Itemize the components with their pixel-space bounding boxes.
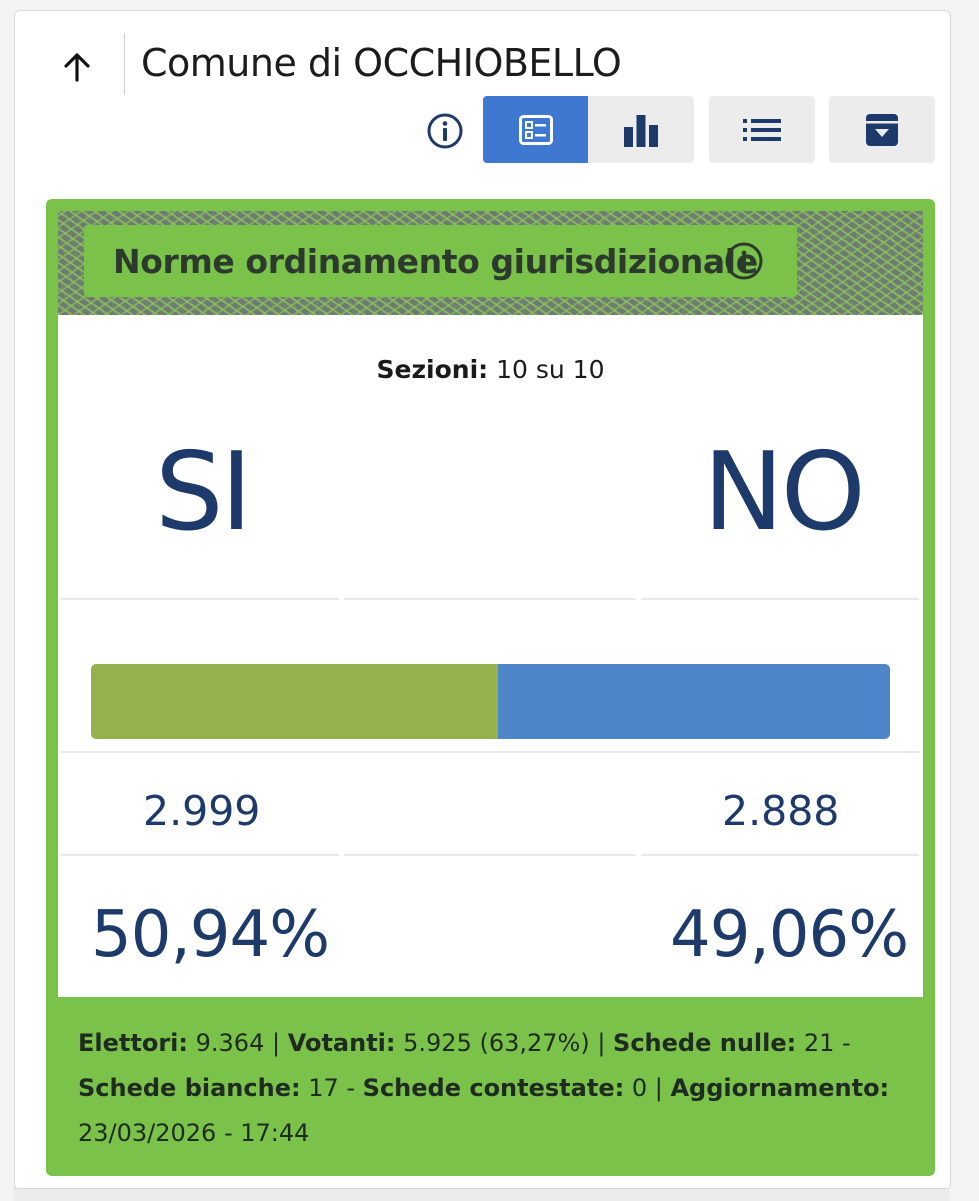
no-votes: 2.888 [722,787,840,835]
summary-text: Elettori: 9.364 | Votanti: 5.925 (63,27%… [78,1021,908,1156]
no-label: NO [703,430,866,555]
bianche-label: Schede bianche: [78,1074,301,1102]
votanti-value: 5.925 (63,27%) | [395,1029,614,1057]
contestate-value: 0 | [624,1074,671,1102]
contestate-label: Schede contestate: [362,1074,625,1102]
aggiornamento-value: 23/03/2026 - 17:44 [78,1119,310,1147]
back-button[interactable] [47,37,107,97]
si-percentage: 50,94% [91,898,330,972]
info-icon [725,242,763,280]
sezioni-value: 10 su 10 [496,355,605,384]
results-card: Comune di OCCHIOBELLO Norme ordinamento … [14,10,951,1190]
divider [344,598,636,600]
votanti-label: Votanti: [287,1029,396,1057]
nulle-label: Schede nulle: [613,1029,797,1057]
nulle-value: 21 - [796,1029,851,1057]
bianche-value: 17 - [300,1074,363,1102]
info-button[interactable] [425,111,465,151]
topic-title: Norme ordinamento giurisdizionale [113,241,758,281]
arrow-up-icon [64,53,90,82]
aggiornamento-label: Aggiornamento: [670,1074,890,1102]
topic-info-button[interactable] [724,241,764,281]
divider [641,854,919,856]
si-label: SI [155,430,252,555]
archive-button[interactable] [829,96,935,163]
no-bar-segment [498,664,890,739]
divider [61,598,339,600]
divider [61,751,919,753]
archive-icon [866,113,898,146]
chart-view-button[interactable] [588,96,694,163]
result-bar [91,664,890,739]
summary-footer: Elettori: 9.364 | Votanti: 5.925 (63,27%… [58,997,923,1164]
list-view-button[interactable] [709,96,815,163]
results-body: Sezioni: 10 su 10 SI NO 2.999 2.888 50,9… [58,315,923,997]
sezioni-info: Sezioni: 10 su 10 [58,355,923,384]
info-icon [427,113,463,149]
referendum-panel: Norme ordinamento giurisdizionale Sezion… [46,199,935,1176]
list-icon [743,118,781,141]
card-view-button[interactable] [483,96,588,163]
divider [344,854,636,856]
si-bar-segment [91,664,498,739]
si-votes: 2.999 [143,787,261,835]
no-percentage: 49,06% [670,898,909,972]
next-card-edge [14,1188,949,1201]
title-separator [124,33,125,95]
card-icon [518,114,553,145]
sezioni-label: Sezioni: [376,355,489,384]
bar-chart-icon [624,114,658,147]
topic-header: Norme ordinamento giurisdizionale [84,225,797,297]
page-title: Comune di OCCHIOBELLO [141,41,622,85]
elettori-value: 9.364 | [188,1029,288,1057]
elettori-label: Elettori: [78,1029,188,1057]
divider [641,598,919,600]
divider [61,854,339,856]
